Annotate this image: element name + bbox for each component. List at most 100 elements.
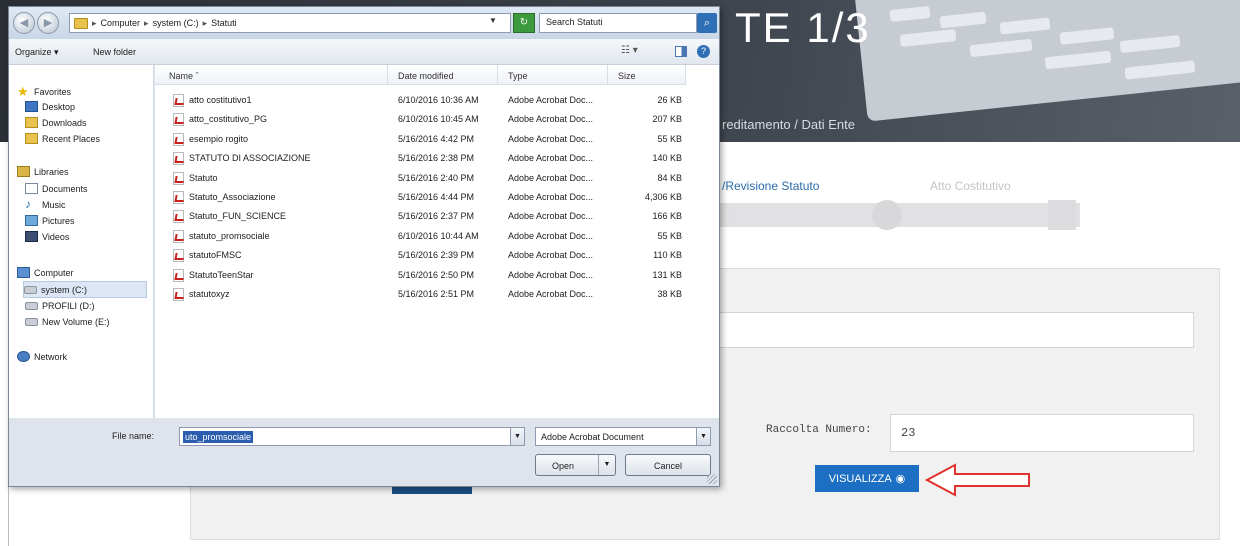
file-name: Statuto_FUN_SCIENCE [189, 211, 287, 222]
pdf-file-icon [173, 210, 184, 224]
file-row[interactable]: Statuto_FUN_SCIENCE 5/16/2016 2:37 PM Adob… [155, 207, 719, 226]
raccolta-numero-input[interactable]: 23 [890, 414, 1194, 452]
pdf-file-icon [173, 152, 184, 166]
file-row[interactable]: Statuto 5/16/2016 2:40 PM Adobe Acrobat Do… [155, 169, 719, 188]
nav-downloads[interactable]: Downloads [25, 117, 87, 128]
star-icon: ★ [17, 84, 29, 99]
file-size: 140 KB [652, 153, 682, 164]
file-type: Adobe Acrobat Doc... [508, 153, 594, 164]
chevron-right-icon: ▸ [202, 17, 208, 28]
preview-pane-icon[interactable] [675, 46, 687, 57]
file-name: statutoxyz [189, 289, 230, 299]
back-button[interactable]: ◀ [13, 12, 35, 34]
documents-icon [25, 183, 38, 194]
wizard-step-atto-costitutivo[interactable]: Atto Costitutivo [930, 179, 1011, 193]
music-icon: ♪ [25, 197, 31, 211]
file-date: 5/16/2016 2:37 PM [398, 211, 475, 222]
address-segment-system[interactable]: system (C:) [153, 18, 199, 28]
file-date: 6/10/2016 10:45 AM [398, 114, 479, 125]
address-bar[interactable]: ▸ Computer ▸ system (C:) ▸ Statuti [69, 13, 511, 33]
organize-menu[interactable]: Organize ▾ [15, 47, 59, 58]
nav-documents[interactable]: Documents [25, 183, 88, 194]
file-row[interactable]: STATUTO DI ASSOCIAZIONE 5/16/2016 2:38 PM… [155, 149, 719, 168]
visualizza-button[interactable]: VISUALIZZA ◉ [815, 465, 919, 492]
nav-pictures[interactable]: Pictures [25, 215, 75, 226]
file-size: 55 KB [657, 133, 682, 144]
file-date: 5/16/2016 2:38 PM [398, 153, 475, 164]
file-name: statuto_promsociale [189, 230, 270, 241]
column-header-type[interactable]: Type [498, 65, 608, 85]
file-type-select[interactable]: Adobe Acrobat Document ▼ [535, 427, 711, 446]
file-size: 110 KB [653, 250, 682, 261]
file-type: Adobe Acrobat Doc... [508, 211, 594, 222]
chevron-down-icon[interactable]: ▼ [510, 428, 524, 445]
file-type: Adobe Acrobat Doc... [508, 172, 594, 183]
recent-places-icon [25, 133, 38, 144]
nav-network[interactable]: Network [17, 351, 67, 362]
breadcrumb[interactable]: reditamento / Dati Ente [722, 117, 855, 132]
file-row[interactable]: atto_costitutivo_PG 6/10/2016 10:45 AM Ado… [155, 110, 719, 129]
address-dropdown-icon[interactable]: ▼ [489, 16, 497, 25]
file-row[interactable]: statutoFMSC 5/16/2016 2:39 PM Adobe Acroba… [155, 246, 719, 265]
file-row[interactable]: statutoxyz 5/16/2016 2:51 PM Adobe Acrobat… [155, 285, 719, 304]
address-segment-computer[interactable]: Computer [101, 18, 141, 28]
address-segment-statuti[interactable]: Statuti [211, 18, 237, 28]
file-type: Adobe Acrobat Doc... [508, 114, 594, 125]
new-folder-button[interactable]: New folder [93, 47, 136, 57]
nav-videos[interactable]: Videos [25, 231, 69, 242]
forward-button[interactable]: ▶ [37, 12, 59, 34]
file-row[interactable]: Statuto_Associazione 5/16/2016 4:44 PM Ado… [155, 188, 719, 207]
cancel-button[interactable]: Cancel [625, 454, 711, 476]
form-text-field[interactable] [700, 312, 1194, 348]
file-date: 5/16/2016 2:51 PM [398, 289, 475, 299]
wizard-step-end[interactable] [1048, 200, 1076, 230]
nav-new-volume-e[interactable]: New Volume (E:) [25, 317, 110, 327]
column-header-date[interactable]: Date modified [388, 65, 498, 85]
search-icon[interactable]: ⌕ [697, 13, 717, 33]
refresh-icon: ↻ [519, 17, 529, 28]
file-name-label: File name: [112, 431, 155, 441]
navigation-pane: ★ Favorites Desktop Downloads Recent Plac… [9, 65, 154, 418]
address-bar-row: ◀ ▶ ▸ Computer ▸ system (C:) ▸ Statuti ▼… [9, 7, 719, 39]
file-row[interactable]: StatutoTeenStar 5/16/2016 2:50 PM Adobe Ac… [155, 266, 719, 285]
open-button-label: Open [552, 461, 575, 471]
nav-computer[interactable]: Computer [17, 267, 74, 278]
file-date: 5/16/2016 2:50 PM [398, 269, 475, 280]
wizard-step-dot[interactable] [872, 200, 902, 230]
chevron-down-icon[interactable]: ▼ [696, 428, 710, 445]
file-size: 55 KB [657, 230, 682, 241]
nav-favorites[interactable]: ★ Favorites [17, 85, 71, 98]
file-name: atto_costitutivo_PG [189, 114, 268, 125]
nav-desktop[interactable]: Desktop [25, 101, 75, 112]
refresh-button[interactable]: ↻ [513, 13, 535, 33]
file-name-input[interactable]: uto_promsociale ▼ [179, 427, 525, 446]
drive-icon [24, 285, 37, 294]
dialog-toolbar: Organize ▾ New folder ☷ ▾ ? [9, 39, 719, 65]
file-date: 6/10/2016 10:36 AM [398, 95, 479, 105]
wizard-step-revisione-statuto[interactable]: /Revisione Statuto [722, 179, 819, 193]
help-icon[interactable]: ? [697, 45, 710, 58]
file-row[interactable]: atto costitutivo1 6/10/2016 10:36 AM Adobe… [155, 91, 719, 110]
column-header-name[interactable]: Name ˆ [155, 65, 388, 85]
pdf-file-icon [173, 229, 184, 243]
column-header-size[interactable]: Size [608, 65, 686, 85]
file-size: 26 KB [657, 95, 682, 105]
resize-grip[interactable] [707, 474, 717, 484]
nav-profili-d[interactable]: PROFILI (D:) [25, 301, 95, 311]
nav-libraries[interactable]: Libraries [17, 166, 69, 177]
change-view-icon[interactable]: ☷ ▾ [621, 45, 638, 56]
search-input[interactable]: Search Statuti [539, 13, 697, 33]
sort-ascending-icon: ˆ [195, 71, 199, 81]
pdf-file-icon [173, 268, 184, 282]
open-button[interactable]: Open ▼ [535, 454, 616, 476]
pdf-file-icon [173, 113, 184, 127]
drive-icon [25, 302, 38, 310]
file-row[interactable]: statuto_promsociale 6/10/2016 10:44 AM Ado… [155, 227, 719, 246]
file-row[interactable]: esempio rogito 5/16/2016 4:42 PM Adobe Acr… [155, 130, 719, 149]
videos-icon [25, 231, 38, 242]
nav-recent-places[interactable]: Recent Places [25, 133, 100, 144]
nav-system-c[interactable]: system (C:) [23, 281, 147, 298]
open-options-dropdown[interactable]: ▼ [598, 455, 615, 475]
file-size: 84 KB [657, 172, 682, 183]
nav-music[interactable]: ♪ Music [25, 197, 66, 211]
